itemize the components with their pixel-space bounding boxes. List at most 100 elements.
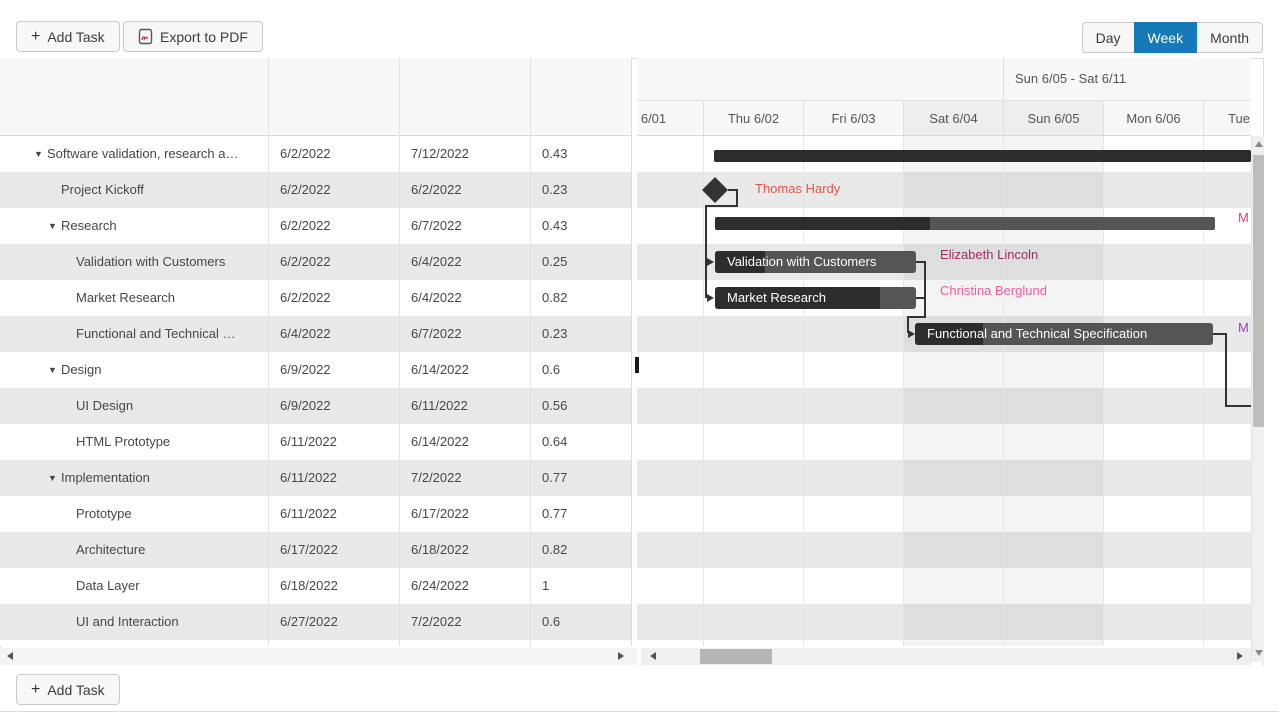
grid-scroll-left-icon[interactable]: [7, 652, 13, 660]
assignee-label: Thomas Hardy: [755, 181, 840, 196]
functional-spec-bar[interactable]: Functional and Technical Specification: [915, 323, 1213, 345]
chart-scroll-right-icon[interactable]: [1237, 652, 1243, 660]
task-row[interactable]: Validation with Customers6/2/20226/4/202…: [0, 244, 631, 280]
task-percent-complete: 0.6: [542, 352, 627, 388]
task-name: Data Layer: [76, 568, 268, 604]
task-percent-complete: 0.56: [542, 388, 627, 424]
task-percent-complete: 0.77: [542, 460, 627, 496]
project-summary-bar[interactable]: [714, 150, 1251, 162]
task-row[interactable]: Architecture6/17/20226/18/20220.82: [0, 532, 631, 568]
add-task-button-bottom[interactable]: + Add Task: [16, 674, 120, 705]
day-header-Mon-6-06: Mon 6/06: [1103, 101, 1203, 136]
task-percent-complete: 0.6: [542, 604, 627, 640]
task-percent-complete: 0.25: [542, 244, 627, 280]
task-start-date: 6/2/2022: [280, 208, 398, 244]
add-task-label: Add Task: [47, 682, 104, 698]
task-start-date: 6/2/2022: [280, 172, 398, 208]
grid-header: TaskActual Start DateActual End Date% Co…: [0, 58, 631, 136]
task-row[interactable]: Data Layer6/18/20226/24/20221: [0, 568, 631, 604]
expander-icon[interactable]: ▼: [48, 352, 57, 388]
grid-horizontal-scrollbar[interactable]: [0, 648, 637, 665]
view-button-week[interactable]: Week: [1134, 22, 1198, 53]
export-pdf-button[interactable]: Export to PDF: [123, 21, 263, 52]
assignee-label: Christina Berglund: [940, 283, 1047, 298]
bar-label: Validation with Customers: [715, 251, 916, 273]
view-button-month[interactable]: Month: [1196, 22, 1263, 53]
task-name: HTML Prototype: [76, 424, 268, 460]
day-header-Sat-6-04: Sat 6/04: [903, 101, 1003, 136]
expander-icon[interactable]: ▼: [48, 208, 57, 244]
task-percent-complete: 0.82: [542, 532, 627, 568]
timeline-week-row: Sun 6/05 - Sat 6/11: [637, 58, 1251, 100]
grid-resize-handle[interactable]: [635, 357, 639, 373]
bottom-toolbar: + Add Task: [0, 665, 1279, 711]
gantt-application: + Add Task Export to PDF DayWeekMonth Ta…: [0, 0, 1279, 721]
view-button-day[interactable]: Day: [1082, 22, 1135, 53]
task-name: Research: [61, 208, 268, 244]
task-row[interactable]: Market Research6/2/20226/4/20220.82: [0, 280, 631, 316]
assignee-label: M: [1238, 320, 1249, 335]
expander-icon[interactable]: ▼: [48, 460, 57, 496]
day-header-Fri-6-03: Fri 6/03: [803, 101, 903, 136]
task-percent-complete: 0.23: [542, 316, 627, 352]
task-row[interactable]: [0, 640, 631, 646]
task-name: Functional and Technical …: [76, 316, 268, 352]
task-row[interactable]: ▼Research6/2/20226/7/20220.43: [0, 208, 631, 244]
vertical-scrollbar-thumb[interactable]: [1253, 155, 1264, 427]
timeline-day-row: 6/01Thu 6/02Fri 6/03Sat 6/04Sun 6/05Mon …: [637, 100, 1251, 136]
task-start-date: 6/9/2022: [280, 388, 398, 424]
validation-bar[interactable]: Validation with Customers: [715, 251, 916, 273]
task-row[interactable]: ▼Design6/9/20226/14/20220.6: [0, 352, 631, 388]
view-switcher: DayWeekMonth: [1082, 22, 1263, 53]
task-name: Implementation: [61, 460, 268, 496]
grid-right-border: [631, 58, 632, 646]
task-end-date: 6/14/2022: [411, 424, 529, 460]
day-header-6-01: 6/01: [637, 101, 703, 136]
task-end-date: 6/14/2022: [411, 352, 529, 388]
task-name: Architecture: [76, 532, 268, 568]
task-end-date: 6/24/2022: [411, 568, 529, 604]
grid-column-border: [530, 58, 531, 646]
scroll-up-icon[interactable]: [1255, 141, 1263, 147]
grid-scroll-right-icon[interactable]: [618, 652, 624, 660]
add-task-button[interactable]: + Add Task: [16, 21, 120, 52]
bar-progress: [715, 217, 930, 230]
market-research-bar[interactable]: Market Research: [715, 287, 916, 309]
chart-scroll-left-icon[interactable]: [650, 652, 656, 660]
bottom-border: [0, 711, 1279, 712]
task-name: UI Design: [76, 388, 268, 424]
task-start-date: 6/9/2022: [280, 352, 398, 388]
grid-column-border: [268, 58, 269, 646]
task-name: UI and Interaction: [76, 604, 268, 640]
bar-progress: [714, 150, 1251, 162]
chart-horizontal-scrollbar[interactable]: [641, 648, 1251, 665]
task-row[interactable]: Prototype6/11/20226/17/20220.77: [0, 496, 631, 532]
task-row[interactable]: Project Kickoff6/2/20226/2/20220.23: [0, 172, 631, 208]
chart-scrollbar-thumb[interactable]: [700, 649, 772, 664]
task-start-date: 6/27/2022: [280, 604, 398, 640]
task-name: Market Research: [76, 280, 268, 316]
task-end-date: 6/17/2022: [411, 496, 529, 532]
task-start-date: 6/11/2022: [280, 496, 398, 532]
task-row[interactable]: UI Design 6/9/2022 6/11/2022 0.56: [0, 388, 631, 424]
day-header-Thu-6-02: Thu 6/02: [703, 101, 803, 136]
scroll-down-icon[interactable]: [1255, 650, 1263, 656]
expander-icon[interactable]: ▼: [34, 136, 43, 172]
task-row[interactable]: UI and Interaction6/27/20227/2/20220.6: [0, 604, 631, 640]
task-start-date: 6/2/2022: [280, 280, 398, 316]
task-grid: ▼Software validation, research a…6/2/202…: [0, 136, 631, 646]
vertical-scrollbar[interactable]: [1251, 136, 1264, 662]
task-name: Software validation, research a…: [47, 136, 268, 172]
bar-label: Market Research: [715, 287, 916, 309]
task-name: Project Kickoff: [61, 172, 268, 208]
task-end-date: 6/11/2022: [411, 388, 529, 424]
task-row[interactable]: HTML Prototype6/11/20226/14/20220.64: [0, 424, 631, 460]
task-name: Prototype: [76, 496, 268, 532]
gantt-chart: Validation with Customers Market Research…: [637, 136, 1251, 646]
task-row[interactable]: ▼Software validation, research a…6/2/202…: [0, 136, 631, 172]
task-percent-complete: 0.82: [542, 280, 627, 316]
task-end-date: 6/18/2022: [411, 532, 529, 568]
task-row[interactable]: ▼Implementation6/11/20227/2/20220.77: [0, 460, 631, 496]
research-summary-bar[interactable]: [715, 217, 1215, 230]
task-row[interactable]: Functional and Technical …6/4/20226/7/20…: [0, 316, 631, 352]
